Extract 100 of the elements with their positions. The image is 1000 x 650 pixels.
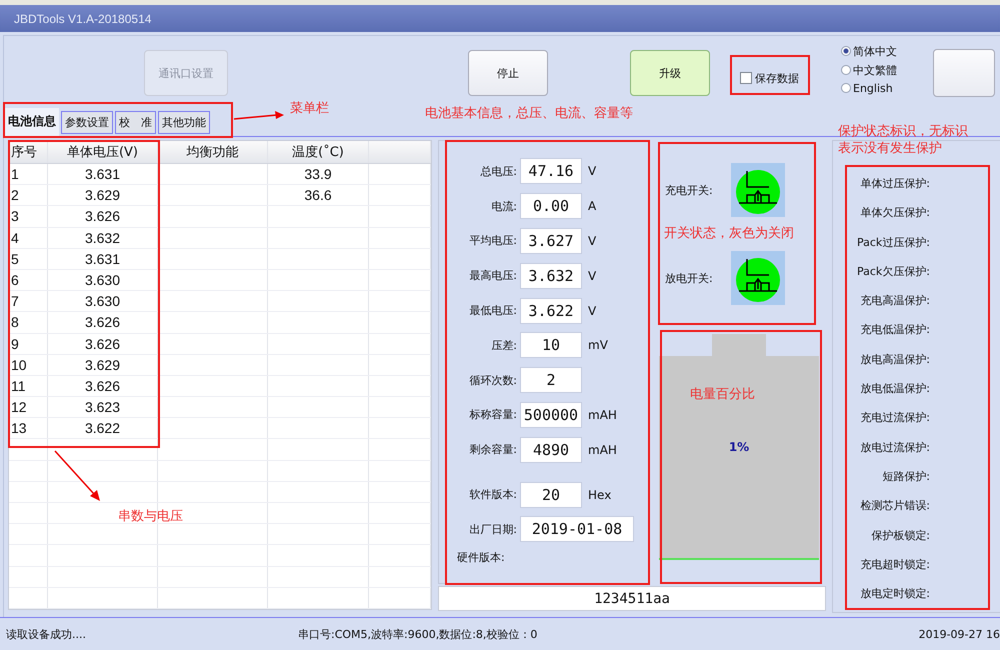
unit-label: V — [588, 234, 596, 248]
value-field: 4890 — [520, 436, 582, 463]
table-cell: 13 — [9, 418, 48, 438]
field-label: 剩余容量: — [468, 442, 517, 458]
field-label: 平均电压: — [468, 233, 517, 248]
switch-label: 放电开关: — [665, 270, 714, 286]
column-header: 单体电压(V) — [48, 141, 158, 163]
table-cell: 7 — [9, 291, 48, 312]
field-label: 最低电压: — [468, 303, 517, 318]
radio-button[interactable] — [841, 65, 851, 75]
table-cell: 3.626 — [48, 334, 158, 354]
protection-label: 单体欠压保护: — [860, 205, 930, 222]
value-field: 47.16 — [520, 158, 582, 184]
protection-label: 单体过压保护: — [860, 176, 930, 192]
window-title: JBDTools V1.A-20180514 — [14, 12, 152, 26]
battery-percent: 1% — [728, 440, 750, 454]
column-header: 温度(˚C) — [268, 141, 369, 163]
table-cell: 3.631 — [48, 164, 158, 184]
protection-label: 保护板锁定: — [871, 528, 930, 544]
value-field: 20 — [520, 482, 582, 508]
table-cell: 12 — [9, 397, 48, 418]
table-cell: 3 — [9, 206, 48, 227]
table-cell: 3.626 — [48, 206, 158, 227]
unit-label: A — [588, 199, 596, 214]
annotation-text: 菜单栏 — [290, 100, 329, 117]
radio-button[interactable] — [841, 46, 851, 56]
table-cell: 1 — [9, 164, 48, 184]
table-cell: 4 — [9, 228, 48, 248]
unit-label: V — [588, 268, 596, 283]
protection-label: 放电过流保护: — [860, 440, 930, 456]
table-cell: 3.629 — [48, 354, 158, 375]
status-message: 读取设备成功.... — [6, 626, 86, 642]
table-cell: 3.630 — [48, 291, 158, 312]
language-label[interactable]: English — [853, 82, 893, 94]
field-label: 循环次数: — [468, 372, 517, 388]
toolbar-button[interactable] — [933, 49, 995, 97]
field-label: 出厂日期: — [468, 522, 517, 537]
table-cell: 5 — [9, 248, 48, 269]
protection-label: Pack过压保护: — [856, 234, 930, 251]
table-cell: 3.629 — [48, 185, 158, 206]
radio-button[interactable] — [841, 83, 851, 93]
table-cell: 3.630 — [48, 270, 158, 290]
value-field: 2 — [520, 367, 582, 394]
protection-label: 检测芯片错误: — [860, 498, 930, 514]
table-cell: 3.626 — [48, 376, 158, 396]
tab[interactable]: 参数设置 — [61, 111, 113, 134]
port-info: 串口号:COM5,波特率:9600,数据位:8,校验位：0 — [298, 626, 538, 642]
toolbar-button[interactable]: 升级 — [630, 50, 710, 96]
annotation-text: 开关状态，灰色为关闭 — [664, 225, 794, 242]
value-field: 3.632 — [520, 262, 582, 289]
value-field: 10 — [520, 332, 582, 358]
unit-label: mAH — [588, 408, 617, 422]
value-field: 0.00 — [520, 193, 582, 220]
protection-label: 短路保护: — [882, 468, 930, 485]
unit-label: V — [588, 164, 596, 178]
annotation-text: 表示没有发生保护 — [838, 140, 942, 157]
protection-label: 放电定时锁定: — [860, 586, 930, 602]
table-cell: 6 — [9, 270, 48, 290]
protection-label: 充电超时锁定: — [860, 556, 930, 573]
annotation-text: 串数与电压 — [118, 508, 183, 525]
table-cell: 3.631 — [48, 248, 158, 269]
field-label: 压差: — [490, 338, 517, 353]
protection-label: 充电过流保护: — [860, 410, 930, 426]
value-field: 3.627 — [520, 228, 582, 254]
annotation-text: 保护状态标识，无标识 — [838, 123, 968, 140]
table-cell: 3.626 — [48, 312, 158, 332]
protection-label: 充电低温保护: — [860, 322, 930, 338]
field-label: 总电压: — [479, 164, 517, 179]
table-cell: 10 — [9, 354, 48, 375]
status-time: 2019-09-27 16 — [918, 628, 1000, 640]
annotation-text: 电量百分比 — [690, 386, 755, 403]
protection-label: 放电低温保护: — [860, 381, 930, 398]
unit-label: Hex — [588, 488, 612, 502]
annotation-arrow — [54, 450, 102, 502]
value-field: 3.622 — [520, 298, 582, 324]
protection-label: 充电高温保护: — [860, 293, 930, 310]
table-cell: 3.632 — [48, 228, 158, 248]
tab[interactable]: 校 准 — [115, 111, 156, 134]
save-data-checkbox[interactable]: 保存数据 — [740, 70, 799, 86]
switch-label: 充电开关: — [665, 182, 714, 198]
field-label: 软件版本: — [468, 487, 517, 502]
field-label: 最高电压: — [468, 268, 517, 284]
field-label: 电流: — [490, 198, 517, 214]
table-cell: 3.623 — [48, 397, 158, 418]
language-label[interactable]: 中文繁體 — [853, 62, 897, 78]
value-field: 2019-01-08 — [520, 516, 634, 542]
column-header: 均衡功能 — [158, 141, 268, 163]
hardware-version-field: 1234511aa — [438, 586, 826, 611]
language-label[interactable]: 简体中文 — [853, 44, 897, 58]
table-cell: 9 — [9, 334, 48, 354]
table-cell: 36.6 — [268, 185, 369, 206]
table-cell: 3.622 — [48, 418, 158, 438]
unit-label: V — [588, 304, 596, 318]
value-field: 500000 — [520, 402, 582, 428]
toolbar-button[interactable]: 停止 — [468, 50, 548, 96]
tab[interactable]: 电池信息 — [5, 108, 59, 136]
field-label: 硬件版本: — [457, 550, 505, 566]
tab[interactable]: 其他功能 — [158, 111, 210, 134]
unit-label: mAH — [588, 442, 617, 457]
protection-label: 放电高温保护: — [860, 352, 930, 368]
